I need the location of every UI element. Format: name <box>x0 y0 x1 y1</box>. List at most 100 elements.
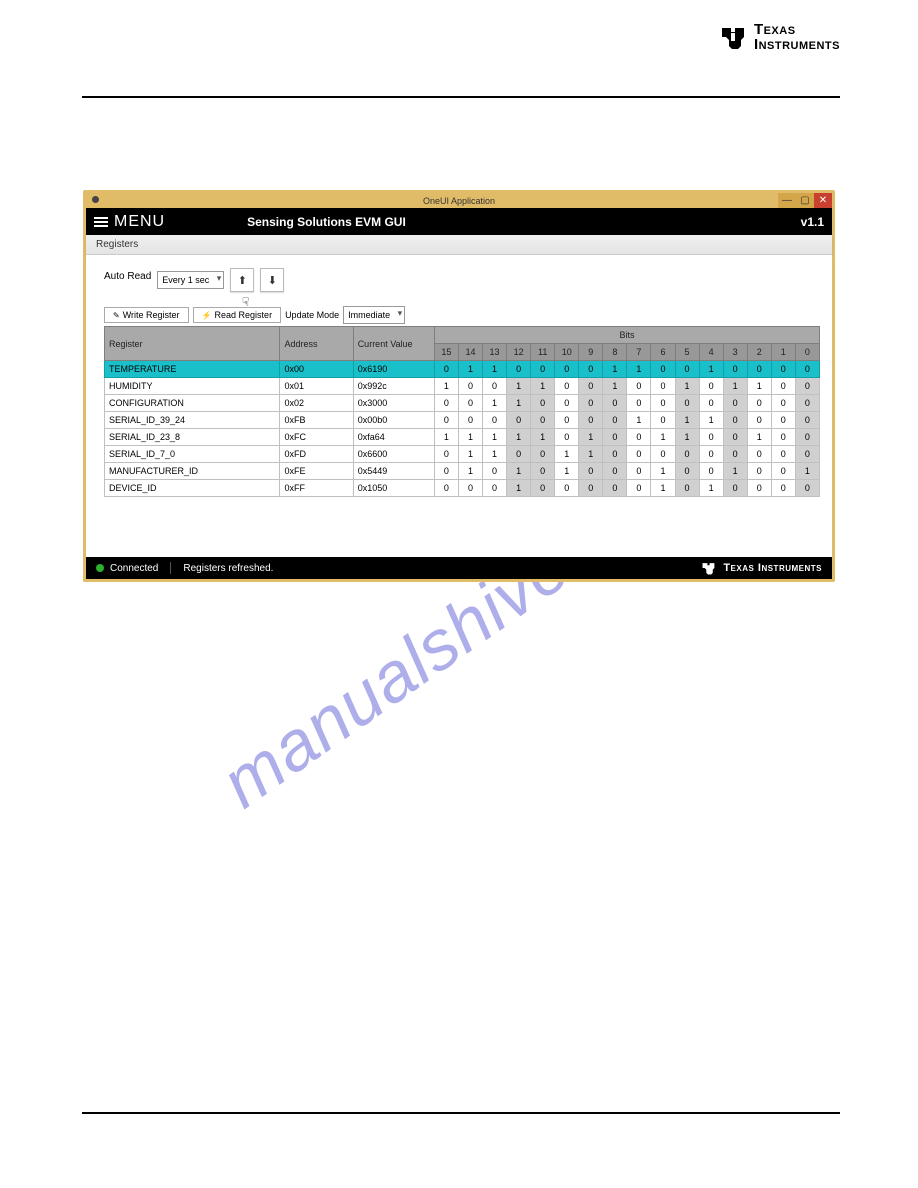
cell-bit[interactable]: 0 <box>795 446 819 463</box>
cell-bit[interactable]: 1 <box>458 361 482 378</box>
cell-bit[interactable]: 0 <box>771 395 795 412</box>
table-row[interactable]: HUMIDITY0x010x992c1001100100101100 <box>105 378 820 395</box>
cell-bit[interactable]: 0 <box>458 378 482 395</box>
cell-bit[interactable]: 0 <box>723 412 747 429</box>
cell-bit[interactable]: 1 <box>483 446 507 463</box>
cell-bit[interactable]: 0 <box>579 395 603 412</box>
cell-bit[interactable]: 1 <box>507 429 531 446</box>
cell-bit[interactable]: 0 <box>795 378 819 395</box>
cell-bit[interactable]: 0 <box>771 429 795 446</box>
menu-label[interactable]: MENU <box>114 213 165 231</box>
cell-bit[interactable]: 0 <box>675 395 699 412</box>
cell-bit[interactable]: 0 <box>771 480 795 497</box>
cell-bit[interactable]: 0 <box>675 446 699 463</box>
cell-bit[interactable]: 0 <box>434 480 458 497</box>
cell-bit[interactable]: 0 <box>531 412 555 429</box>
cell-bit[interactable]: 0 <box>699 463 723 480</box>
cell-bit[interactable]: 0 <box>699 429 723 446</box>
cell-bit[interactable]: 0 <box>579 480 603 497</box>
cell-bit[interactable]: 0 <box>603 446 627 463</box>
cell-bit[interactable]: 0 <box>555 429 579 446</box>
cell-bit[interactable]: 0 <box>675 480 699 497</box>
cell-bit[interactable]: 0 <box>795 480 819 497</box>
cell-bit[interactable]: 0 <box>579 361 603 378</box>
cell-bit[interactable]: 0 <box>555 378 579 395</box>
cell-bit[interactable]: 1 <box>603 378 627 395</box>
cell-bit[interactable]: 1 <box>795 463 819 480</box>
cell-bit[interactable]: 1 <box>483 361 507 378</box>
cell-bit[interactable]: 1 <box>699 480 723 497</box>
cell-bit[interactable]: 1 <box>434 378 458 395</box>
table-row[interactable]: DEVICE_ID0xFF0x10500001000001010000 <box>105 480 820 497</box>
write-register-button[interactable]: ✎ Write Register <box>104 307 189 323</box>
cell-bit[interactable]: 1 <box>675 412 699 429</box>
cell-bit[interactable]: 0 <box>651 412 675 429</box>
cell-bit[interactable]: 0 <box>627 463 651 480</box>
cell-bit[interactable]: 0 <box>675 463 699 480</box>
cell-bit[interactable]: 0 <box>458 412 482 429</box>
cell-bit[interactable]: 0 <box>531 395 555 412</box>
table-row[interactable]: SERIAL_ID_7_00xFD0x66000110011000000000 <box>105 446 820 463</box>
cell-bit[interactable]: 0 <box>507 361 531 378</box>
cell-bit[interactable]: 0 <box>699 446 723 463</box>
cell-bit[interactable]: 0 <box>651 378 675 395</box>
cell-bit[interactable]: 0 <box>795 429 819 446</box>
cell-bit[interactable]: 0 <box>699 395 723 412</box>
table-row[interactable]: MANUFACTURER_ID0xFE0x5449010101000100100… <box>105 463 820 480</box>
cell-bit[interactable]: 1 <box>579 429 603 446</box>
cell-bit[interactable]: 1 <box>699 361 723 378</box>
cell-bit[interactable]: 0 <box>579 412 603 429</box>
window-minimize-button[interactable]: — <box>778 193 796 208</box>
cell-bit[interactable]: 0 <box>434 361 458 378</box>
cell-bit[interactable]: 0 <box>555 395 579 412</box>
cell-bit[interactable]: 0 <box>458 480 482 497</box>
cell-bit[interactable]: 1 <box>651 480 675 497</box>
cell-bit[interactable]: 0 <box>531 463 555 480</box>
window-close-button[interactable]: ✕ <box>814 193 832 208</box>
cell-bit[interactable]: 0 <box>555 480 579 497</box>
cell-bit[interactable]: 1 <box>723 378 747 395</box>
cell-bit[interactable]: 1 <box>747 429 771 446</box>
cell-bit[interactable]: 0 <box>434 446 458 463</box>
cell-bit[interactable]: 0 <box>603 463 627 480</box>
cell-bit[interactable]: 0 <box>507 412 531 429</box>
cell-bit[interactable]: 0 <box>579 378 603 395</box>
cell-bit[interactable]: 1 <box>555 446 579 463</box>
cell-bit[interactable]: 1 <box>483 429 507 446</box>
menu-icon[interactable] <box>94 217 108 227</box>
cell-bit[interactable]: 0 <box>747 361 771 378</box>
cell-bit[interactable]: 0 <box>627 446 651 463</box>
cell-bit[interactable]: 0 <box>434 412 458 429</box>
cell-bit[interactable]: 0 <box>771 412 795 429</box>
cell-bit[interactable]: 0 <box>699 378 723 395</box>
cell-bit[interactable]: 0 <box>627 429 651 446</box>
read-register-button[interactable]: ⚡ Read Register <box>193 307 282 323</box>
cell-bit[interactable]: 0 <box>771 378 795 395</box>
cell-bit[interactable]: 0 <box>651 446 675 463</box>
cell-bit[interactable]: 0 <box>603 412 627 429</box>
cell-bit[interactable]: 0 <box>603 480 627 497</box>
autoread-select[interactable]: Every 1 sec <box>157 271 224 289</box>
cell-bit[interactable]: 0 <box>579 463 603 480</box>
cell-bit[interactable]: 1 <box>458 446 482 463</box>
cell-bit[interactable]: 0 <box>531 446 555 463</box>
cell-bit[interactable]: 0 <box>627 395 651 412</box>
cell-bit[interactable]: 0 <box>603 429 627 446</box>
cell-bit[interactable]: 1 <box>483 395 507 412</box>
cell-bit[interactable]: 1 <box>531 429 555 446</box>
cell-bit[interactable]: 1 <box>675 429 699 446</box>
cell-bit[interactable]: 1 <box>507 378 531 395</box>
cell-bit[interactable]: 1 <box>458 429 482 446</box>
cell-bit[interactable]: 0 <box>483 378 507 395</box>
cell-bit[interactable]: 0 <box>483 412 507 429</box>
cell-bit[interactable]: 0 <box>771 463 795 480</box>
cell-bit[interactable]: 0 <box>795 361 819 378</box>
update-mode-select[interactable]: Immediate <box>343 306 405 324</box>
cell-bit[interactable]: 1 <box>699 412 723 429</box>
cell-bit[interactable]: 0 <box>434 395 458 412</box>
cell-bit[interactable]: 0 <box>747 395 771 412</box>
cell-bit[interactable]: 1 <box>627 361 651 378</box>
cell-bit[interactable]: 0 <box>651 361 675 378</box>
cell-bit[interactable]: 0 <box>795 412 819 429</box>
cell-bit[interactable]: 0 <box>483 463 507 480</box>
